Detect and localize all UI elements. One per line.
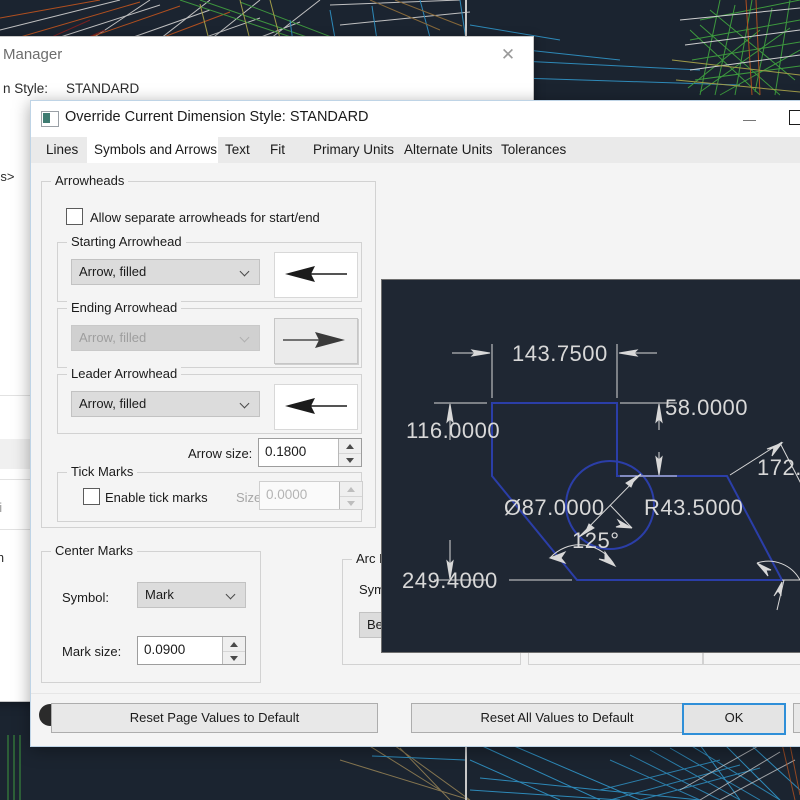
mark-size-input[interactable]: 0.0900	[137, 636, 246, 665]
stepper-up-icon[interactable]	[223, 637, 245, 651]
leader-arrowhead-group: Leader Arrowhead Arrow, filled	[57, 374, 362, 434]
dialog-footer: Reset Page Values to Default Reset All V…	[31, 693, 800, 746]
stepper-down-icon[interactable]	[339, 453, 361, 468]
tick-marks-group: Tick Marks Enable tick marks Size: 0.000…	[57, 472, 362, 522]
mark-size-stepper[interactable]	[222, 637, 245, 664]
manager-styles-in-label: les i	[0, 500, 2, 515]
preview-dim-125deg: 125°	[572, 528, 620, 553]
preview-dim-143: 143.7500	[512, 341, 608, 366]
center-marks-group-title: Center Marks	[51, 543, 137, 558]
arrowheads-group: Arrowheads Allow separate arrowheads for…	[41, 181, 376, 528]
preview-dim-2494: 249.4000	[402, 568, 498, 593]
preview-dim-58: 58.0000	[665, 395, 748, 420]
mark-size-label: Mark size:	[62, 644, 121, 659]
starting-arrowhead-value: Arrow, filled	[79, 264, 146, 279]
chevron-down-icon	[241, 334, 250, 343]
ending-arrowhead-preview	[274, 318, 358, 364]
starting-arrowhead-preview	[274, 252, 358, 298]
stepper-down-icon[interactable]	[223, 651, 245, 666]
tick-size-input: 0.0000	[259, 481, 363, 510]
maximize-icon[interactable]	[789, 110, 800, 125]
manager-title: Manager	[3, 46, 62, 63]
stepper-up-icon	[340, 482, 362, 496]
allow-separate-arrowheads-checkbox[interactable]	[66, 208, 83, 225]
ending-arrowhead-value: Arrow, filled	[79, 330, 146, 345]
center-mark-symbol-combo[interactable]: Mark	[137, 582, 246, 608]
allow-separate-arrowheads-label: Allow separate arrowheads for start/end	[90, 210, 320, 225]
enable-tick-marks-checkbox[interactable]	[83, 488, 100, 505]
center-mark-symbol-label: Symbol:	[62, 590, 109, 605]
center-mark-symbol-value: Mark	[145, 587, 174, 602]
close-icon[interactable]: ✕	[493, 44, 523, 66]
tick-marks-group-title: Tick Marks	[67, 464, 137, 479]
starting-arrowhead-combo[interactable]: Arrow, filled	[71, 259, 260, 285]
enable-tick-marks-label: Enable tick marks	[105, 490, 208, 505]
starting-arrowhead-group: Starting Arrowhead Arrow, filled	[57, 242, 362, 302]
ending-arrowhead-combo: Arrow, filled	[71, 325, 260, 351]
leader-arrowhead-preview	[274, 384, 358, 430]
tick-size-value: 0.0000	[266, 487, 307, 502]
stepper-down-icon	[340, 496, 362, 511]
tab-tolerances[interactable]: Tolerances	[494, 137, 579, 163]
reset-page-values-button[interactable]: Reset Page Values to Default	[51, 703, 378, 733]
override-dimension-style-dialog: Override Current Dimension Style: STANDA…	[30, 100, 800, 747]
center-marks-group: Center Marks Symbol: Mark Mark size: 0.0…	[41, 551, 261, 683]
preview-dim-1722: 172.2	[757, 455, 800, 480]
cancel-button[interactable]	[793, 703, 800, 733]
leader-arrowhead-value: Arrow, filled	[79, 396, 146, 411]
reset-all-values-button[interactable]: Reset All Values to Default	[411, 703, 703, 733]
leader-arrowhead-group-title: Leader Arrowhead	[67, 366, 181, 381]
tab-primary-units[interactable]: Primary Units	[306, 137, 408, 163]
dialog-content: Arrowheads Allow separate arrowheads for…	[31, 163, 800, 694]
dialog-title: Override Current Dimension Style: STANDA…	[65, 109, 369, 125]
stepper-up-icon[interactable]	[339, 439, 361, 453]
dialog-titlebar: Override Current Dimension Style: STANDA…	[31, 101, 800, 137]
preview-dim-116: 116.0000	[406, 418, 500, 443]
tick-size-stepper	[339, 482, 362, 509]
minimize-icon[interactable]	[737, 109, 763, 129]
ending-arrowhead-group-title: Ending Arrowhead	[67, 300, 181, 315]
preview-dim-r435: R43.5000	[644, 495, 743, 520]
manager-current-style-label: n Style:	[3, 81, 48, 96]
arrow-size-value: 0.1800	[265, 444, 306, 459]
ending-arrowhead-group: Ending Arrowhead Arrow, filled	[57, 308, 362, 368]
manager-current-style-value: STANDARD	[66, 81, 139, 96]
mark-size-value: 0.0900	[144, 642, 185, 657]
manager-titlebar: Manager ✕	[0, 37, 533, 74]
arrow-size-label: Arrow size:	[188, 446, 252, 461]
dimension-style-preview: 143.7500 58.0000 116.0000 Ø87.0000 R43.5…	[381, 279, 800, 653]
tab-symbols-and-arrows[interactable]: Symbols and Arrows	[87, 137, 232, 163]
tab-strip: Lines Symbols and Arrows Text Fit Primar…	[31, 137, 800, 164]
dimension-style-icon	[41, 111, 59, 127]
chevron-down-icon	[241, 268, 250, 277]
arrowheads-group-title: Arrowheads	[51, 173, 128, 188]
arrow-size-input[interactable]: 0.1800	[258, 438, 362, 467]
manager-overrides-item[interactable]: ides>	[0, 169, 14, 184]
leader-arrowhead-combo[interactable]: Arrow, filled	[71, 391, 260, 417]
tab-alternate-units[interactable]: Alternate Units	[397, 137, 507, 163]
ok-button[interactable]: OK	[682, 703, 786, 735]
starting-arrowhead-group-title: Starting Arrowhead	[67, 234, 186, 249]
preview-dim-dia87: Ø87.0000	[504, 495, 605, 520]
chevron-down-icon	[227, 591, 236, 600]
manager-dim-label: Dim	[0, 550, 4, 565]
arrow-size-stepper[interactable]	[338, 439, 361, 466]
chevron-down-icon	[241, 400, 250, 409]
